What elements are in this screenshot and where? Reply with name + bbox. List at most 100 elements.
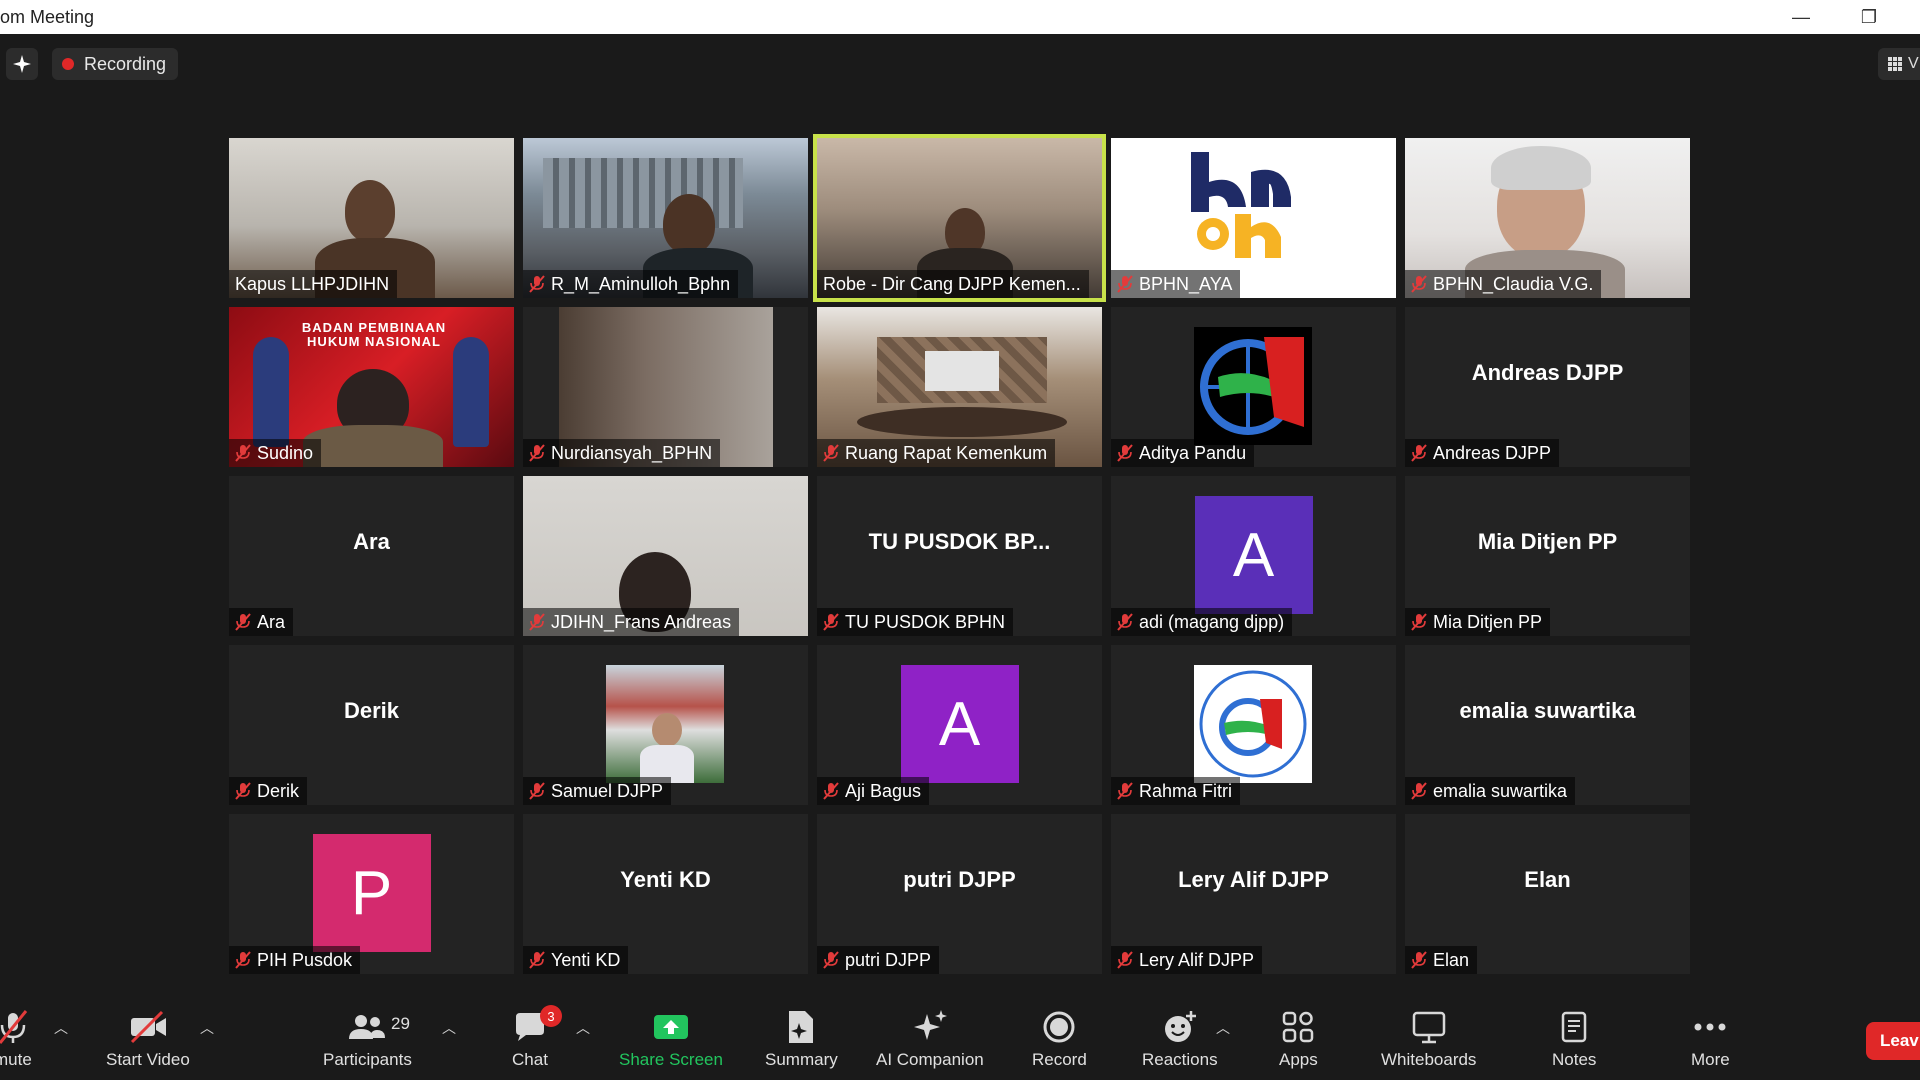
- more-button[interactable]: More: [1691, 1006, 1730, 1070]
- participant-tile[interactable]: JDIHN_Frans Andreas: [523, 476, 808, 636]
- muted-mic-icon: [529, 275, 545, 293]
- participant-display-name: Lery Alif DJPP: [1178, 867, 1329, 892]
- participant-tile[interactable]: BADAN PEMBINAAN HUKUM NASIONAL Sudino: [229, 307, 514, 467]
- participant-name: BPHN_AYA: [1139, 273, 1233, 294]
- record-icon: [1043, 1011, 1075, 1043]
- notes-icon: [1561, 1011, 1587, 1043]
- participant-tile[interactable]: P PIH Pusdok: [229, 814, 514, 974]
- participant-name-label: Nurdiansyah_BPHN: [523, 439, 721, 467]
- reactions-button[interactable]: Reactions: [1142, 1006, 1218, 1070]
- summary-button[interactable]: Summary: [765, 1006, 838, 1070]
- emoji-reaction-icon: [1164, 1011, 1196, 1042]
- participant-name: Lery Alif DJPP: [1139, 949, 1255, 970]
- participant-display-name: emalia suwartika: [1459, 698, 1636, 723]
- participant-tile[interactable]: Andreas DJPP Andreas DJPP: [1405, 307, 1690, 467]
- participant-name: Aditya Pandu: [1139, 442, 1247, 463]
- participant-tile[interactable]: BPHN_AYA: [1111, 138, 1396, 298]
- view-label: V: [1908, 55, 1919, 72]
- participant-name-label: TU PUSDOK BPHN: [817, 608, 1014, 636]
- muted-mic-icon: [823, 782, 839, 800]
- muted-mic-icon: [1411, 782, 1427, 800]
- participant-tile[interactable]: Derik Derik: [229, 645, 514, 805]
- participant-name-label: Rahma Fitri: [1111, 777, 1241, 805]
- ai-companion-label: AI Companion: [876, 1050, 984, 1069]
- participant-tile[interactable]: Rahma Fitri: [1111, 645, 1396, 805]
- share-screen-button[interactable]: Share Screen: [619, 1006, 723, 1070]
- participant-tile[interactable]: Elan Elan: [1405, 814, 1690, 974]
- participant-tile[interactable]: Lery Alif DJPP Lery Alif DJPP: [1111, 814, 1396, 974]
- participant-tile[interactable]: Samuel DJPP: [523, 645, 808, 805]
- unmute-button[interactable]: mute: [0, 1006, 32, 1070]
- participant-name: Sudino: [257, 442, 314, 463]
- participant-name: Derik: [257, 780, 300, 801]
- ai-companion-button[interactable]: AI Companion: [876, 1006, 984, 1070]
- participant-name: JDIHN_Frans Andreas: [551, 611, 732, 632]
- participant-name-label: Ara: [229, 608, 294, 636]
- more-label: More: [1691, 1050, 1730, 1069]
- participant-tile-active-speaker[interactable]: Robe - Dir Cang DJPP Kemen...: [813, 134, 1106, 302]
- participant-name-label: Derik: [229, 777, 308, 805]
- recording-indicator[interactable]: Recording: [52, 48, 179, 80]
- muted-mic-icon: [1411, 275, 1427, 293]
- participant-tile[interactable]: Nurdiansyah_BPHN: [523, 307, 808, 467]
- ai-sparkle-button[interactable]: [6, 48, 38, 80]
- jdihn-seal-icon: [1194, 665, 1312, 783]
- muted-mic-icon: [235, 613, 251, 631]
- participant-video: [345, 180, 395, 242]
- microphone-muted-icon: [0, 1010, 28, 1044]
- participant-tile[interactable]: putri DJPP putri DJPP: [817, 814, 1102, 974]
- participant-tile[interactable]: TU PUSDOK BP... TU PUSDOK BPHN: [817, 476, 1102, 636]
- muted-mic-icon: [529, 951, 545, 969]
- participant-name-label: Ruang Rapat Kemenkum: [817, 439, 1056, 467]
- participant-tile[interactable]: A adi (magang djpp): [1111, 476, 1396, 636]
- participant-name: Nurdiansyah_BPHN: [551, 442, 713, 463]
- participant-tile[interactable]: Aditya Pandu: [1111, 307, 1396, 467]
- participant-name-label: BPHN_Claudia V.G.: [1405, 270, 1602, 298]
- chat-options-caret-icon[interactable]: ︿: [576, 1018, 590, 1038]
- muted-mic-icon: [823, 613, 839, 631]
- participant-tile[interactable]: A Aji Bagus: [817, 645, 1102, 805]
- muted-mic-icon: [235, 782, 251, 800]
- muted-mic-icon: [235, 951, 251, 969]
- participant-name: Mia Ditjen PP: [1433, 611, 1543, 632]
- reactions-options-caret-icon[interactable]: ︿: [1216, 1018, 1230, 1038]
- whiteboard-icon: [1412, 1011, 1445, 1044]
- muted-mic-icon: [529, 444, 545, 462]
- participant-tile[interactable]: BPHN_Claudia V.G.: [1405, 138, 1690, 298]
- participant-name-label: emalia suwartika: [1405, 777, 1576, 805]
- whiteboards-button[interactable]: Whiteboards: [1381, 1006, 1476, 1070]
- participant-name: Yenti KD: [551, 949, 621, 970]
- restore-button[interactable]: ❐: [1846, 2, 1892, 32]
- mascot-right: [453, 337, 489, 447]
- minimize-button[interactable]: —: [1778, 2, 1824, 32]
- participant-tile[interactable]: Ruang Rapat Kemenkum: [817, 307, 1102, 467]
- view-button[interactable]: V: [1878, 48, 1920, 80]
- video-options-caret-icon[interactable]: ︿: [200, 1018, 214, 1038]
- participants-icon: [349, 1015, 386, 1039]
- participant-tile[interactable]: R_M_Aminulloh_Bphn: [523, 138, 808, 298]
- participant-tile[interactable]: Mia Ditjen PP Mia Ditjen PP: [1405, 476, 1690, 636]
- leave-button[interactable]: Leav: [1866, 1022, 1920, 1060]
- muted-mic-icon: [529, 782, 545, 800]
- participant-name: Robe - Dir Cang DJPP Kemen...: [823, 273, 1081, 294]
- participant-tile[interactable]: Kapus LLHPJDIHN: [229, 138, 514, 298]
- participants-options-caret-icon[interactable]: ︿: [442, 1018, 456, 1038]
- start-video-button[interactable]: Start Video: [106, 1006, 190, 1070]
- record-button[interactable]: Record: [1032, 1006, 1087, 1070]
- participant-gallery: Kapus LLHPJDIHN R_M_Aminulloh_Bphn Robe …: [229, 134, 1691, 974]
- participant-tile[interactable]: emalia suwartika emalia suwartika: [1405, 645, 1690, 805]
- participant-profile-picture: [606, 665, 724, 783]
- meeting-table: [857, 407, 1067, 437]
- audio-options-caret-icon[interactable]: ︿: [54, 1018, 68, 1038]
- participants-count: 29: [391, 1014, 410, 1033]
- participant-tile[interactable]: Ara Ara: [229, 476, 514, 636]
- notes-button[interactable]: Notes: [1552, 1006, 1596, 1070]
- participant-name: Elan: [1433, 949, 1470, 970]
- participant-name-label: Lery Alif DJPP: [1111, 946, 1263, 974]
- participant-hair: [1491, 146, 1591, 190]
- apps-button[interactable]: Apps: [1279, 1006, 1318, 1070]
- participant-avatar: A: [900, 665, 1019, 783]
- participant-tile[interactable]: Yenti KD Yenti KD: [523, 814, 808, 974]
- chat-label: Chat: [512, 1050, 548, 1069]
- share-screen-icon: [653, 1015, 688, 1039]
